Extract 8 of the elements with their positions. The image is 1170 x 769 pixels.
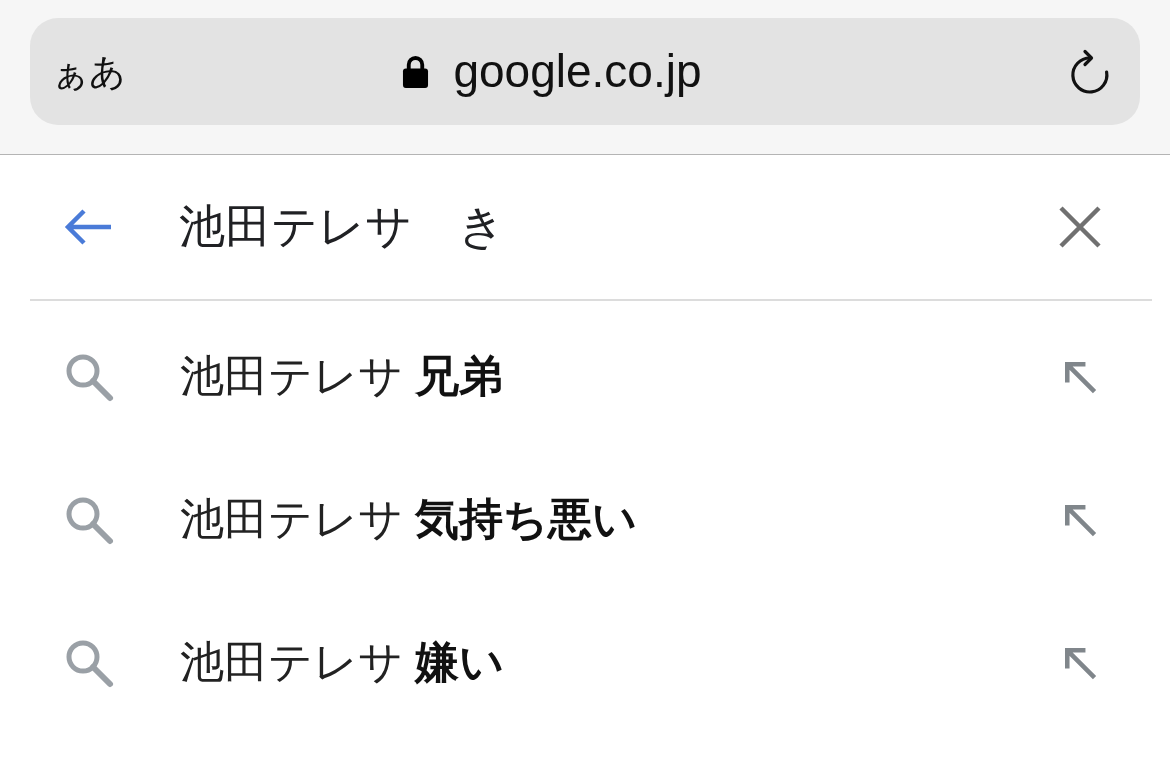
back-arrow-icon[interactable] bbox=[63, 208, 113, 246]
text-size-button[interactable]: ぁあ bbox=[52, 53, 126, 90]
suggestion-text[interactable]: 池田テレサ 兄弟 bbox=[180, 350, 504, 403]
suggestion-text[interactable]: 池田テレサ 嫌い bbox=[180, 636, 505, 689]
suggestion-text[interactable]: 池田テレサ 気持ち悪い bbox=[180, 493, 638, 546]
search-field[interactable]: 池田テレサ き bbox=[179, 195, 1058, 259]
close-icon[interactable] bbox=[1058, 205, 1102, 249]
url-text[interactable]: google.co.jp bbox=[453, 45, 702, 98]
